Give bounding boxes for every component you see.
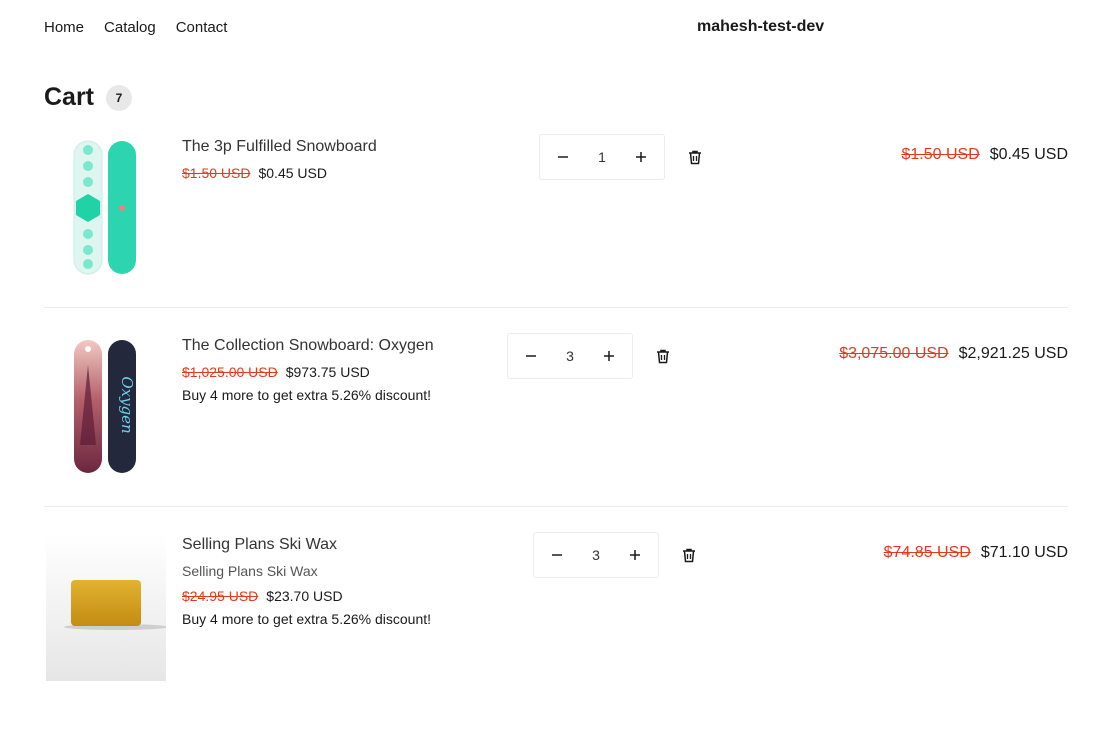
- sale-price: $23.70 USD: [266, 588, 343, 604]
- main-nav: Home Catalog Contact: [44, 19, 227, 36]
- decrease-quantity-button[interactable]: [556, 150, 570, 164]
- nav-catalog-link[interactable]: Catalog: [104, 19, 156, 36]
- line-final-price: $0.45 USD: [989, 146, 1068, 163]
- unit-price: $1.50 USD $0.45 USD: [182, 163, 502, 183]
- increase-quantity-button[interactable]: [634, 150, 648, 164]
- line-total: $1.50 USD $0.45 USD: [901, 146, 1068, 164]
- plus-icon: [603, 351, 614, 361]
- unit-price: $1,025.00 USD $973.75 USD: [182, 362, 502, 382]
- line-final-price: $2,921.25 USD: [958, 345, 1068, 362]
- nav-contact-link[interactable]: Contact: [176, 19, 228, 36]
- remove-item-button[interactable]: [687, 149, 703, 165]
- cart-line-item: Oxygen The Collection Snowboard: Oxygen …: [44, 333, 1068, 495]
- line-compare-price: $1.50 USD: [901, 146, 980, 163]
- sale-price: $0.45 USD: [258, 165, 327, 181]
- quantity-input[interactable]: 3: [592, 547, 600, 563]
- quantity-stepper: 3: [533, 532, 659, 578]
- trash-icon: [689, 150, 701, 165]
- unit-price: $24.95 USD $23.70 USD: [182, 586, 502, 606]
- product-info: The 3p Fulfilled Snowboard $1.50 USD $0.4…: [182, 136, 502, 183]
- product-info: Selling Plans Ski Wax Selling Plans Ski …: [182, 534, 502, 629]
- decrease-quantity-button[interactable]: [550, 548, 564, 562]
- cart-header: Cart 7: [44, 83, 133, 112]
- decrease-quantity-button[interactable]: [524, 349, 538, 363]
- volume-discount-message: Buy 4 more to get extra 5.26% discount!: [182, 387, 432, 403]
- nav-home-link[interactable]: Home: [44, 19, 84, 36]
- line-total: $3,075.00 USD $2,921.25 USD: [839, 345, 1068, 363]
- store-name[interactable]: mahesh-test-dev: [697, 18, 824, 36]
- trash-icon: [683, 548, 695, 563]
- product-name[interactable]: Selling Plans Ski Wax: [182, 534, 502, 556]
- product-image[interactable]: [46, 534, 168, 681]
- compare-price: $1.50 USD: [182, 165, 251, 181]
- quantity-stepper: 3: [507, 333, 633, 379]
- minus-icon: [552, 554, 562, 556]
- minus-icon: [558, 156, 568, 158]
- compare-price: $1,025.00 USD: [182, 364, 278, 380]
- cart-line-item: The 3p Fulfilled Snowboard $1.50 USD $0.4…: [44, 134, 1068, 296]
- compare-price: $24.95 USD: [182, 588, 259, 604]
- product-image[interactable]: [44, 136, 168, 286]
- quantity-input[interactable]: 1: [598, 149, 606, 165]
- plus-icon: [635, 152, 646, 162]
- product-name[interactable]: The 3p Fulfilled Snowboard: [182, 136, 502, 158]
- remove-item-button[interactable]: [681, 547, 697, 563]
- minus-icon: [526, 355, 536, 357]
- increase-quantity-button[interactable]: [628, 548, 642, 562]
- line-final-price: $71.10 USD: [980, 544, 1068, 561]
- svg-text:Oxygen: Oxygen: [118, 376, 136, 433]
- cart-page: Home Catalog Contact mahesh-test-dev Car…: [0, 0, 1109, 729]
- divider: [44, 307, 1068, 308]
- quantity-stepper: 1: [539, 134, 665, 180]
- sale-price: $973.75 USD: [285, 364, 370, 380]
- plus-icon: [629, 550, 640, 560]
- line-total: $74.85 USD $71.10 USD: [884, 544, 1068, 562]
- product-image[interactable]: Oxygen: [44, 335, 168, 485]
- product-info: The Collection Snowboard: Oxygen $1,025.…: [182, 335, 502, 405]
- page-title: Cart: [44, 83, 95, 111]
- divider: [44, 506, 1068, 507]
- line-compare-price: $3,075.00 USD: [839, 345, 949, 362]
- volume-discount-message: Buy 4 more to get extra 5.26% discount!: [182, 611, 432, 627]
- quantity-input[interactable]: 3: [566, 348, 574, 364]
- cart-line-item: Selling Plans Ski Wax Selling Plans Ski …: [44, 532, 1068, 684]
- cart-count-badge: 7: [106, 84, 133, 111]
- increase-quantity-button[interactable]: [602, 349, 616, 363]
- product-variant: Selling Plans Ski Wax: [182, 563, 318, 579]
- trash-icon: [657, 349, 669, 364]
- line-compare-price: $74.85 USD: [883, 544, 971, 561]
- product-name[interactable]: The Collection Snowboard: Oxygen: [182, 335, 502, 357]
- remove-item-button[interactable]: [655, 348, 671, 364]
